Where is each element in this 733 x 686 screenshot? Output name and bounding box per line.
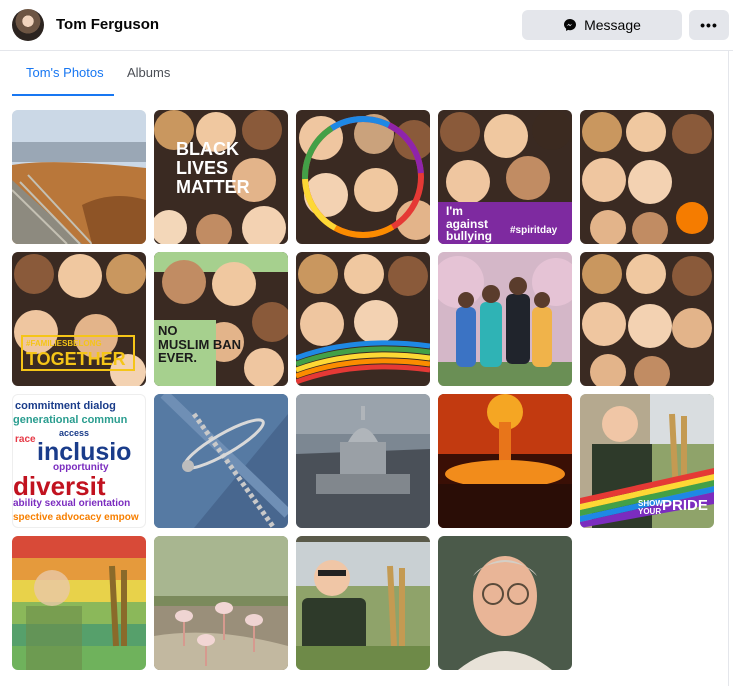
photo-tile-safety-pin[interactable] — [154, 394, 288, 528]
photo-tile-cartoon-faces[interactable] — [580, 110, 714, 244]
photo-tile-flamingos[interactable] — [154, 536, 288, 670]
word-advocacy: spective advocacy empow — [13, 512, 139, 523]
profile-header: Tom Ferguson Message ••• — [0, 0, 733, 51]
avatar[interactable] — [12, 9, 44, 41]
message-button[interactable]: Message — [522, 10, 682, 40]
tab-albums[interactable]: Albums — [127, 65, 170, 80]
word-access: access — [59, 428, 90, 438]
photo-tile-rainbow-ring[interactable] — [296, 110, 430, 244]
photo-tile-black-lives-matter[interactable]: BLACK LIVES MATTER — [154, 110, 288, 244]
scrollbar[interactable] — [728, 50, 729, 686]
word-generational: generational commun — [13, 414, 128, 426]
more-icon: ••• — [700, 17, 718, 33]
photo-tile-rainbow-hands[interactable] — [296, 252, 430, 386]
photo-grid: BLACK LIVES MATTER I'm against bullying … — [12, 110, 717, 672]
photo-tile-ruins[interactable] — [12, 110, 146, 244]
active-tab-indicator — [12, 94, 114, 96]
message-label: Message — [584, 17, 641, 33]
tab-toms-photos[interactable]: Tom's Photos — [26, 65, 104, 80]
photo-tile-capitol[interactable] — [296, 394, 430, 528]
photo-tile-families-belong[interactable]: #FAMILIESBELONG TOGETHER — [12, 252, 146, 386]
photo-tile-no-muslim-ban[interactable]: NO MUSLIM BAN EVER. — [154, 252, 288, 386]
word-opportunity: opportunity — [53, 462, 109, 473]
photo-tile-headshot[interactable] — [438, 536, 572, 670]
profile-name[interactable]: Tom Ferguson — [56, 16, 159, 33]
photo-tile-zoo-portrait[interactable] — [296, 536, 430, 670]
word-sexual-orientation: ability sexual orientation — [13, 498, 131, 509]
photo-tile-diversity-words[interactable]: commitment dialog generational commun ra… — [12, 394, 146, 528]
photo-tile-rainbow-portrait[interactable] — [12, 536, 146, 670]
word-race: race — [15, 434, 36, 445]
more-options-button[interactable]: ••• — [689, 10, 729, 40]
photo-tile-show-your-pride[interactable]: SHOW YOUR PRIDE — [580, 394, 714, 528]
word-diversity: diversit — [13, 471, 106, 501]
photo-tile-against-bullying[interactable]: I'm against bullying #spiritday — [438, 110, 572, 244]
word-commitment: commitment dialog — [15, 400, 116, 412]
word-inclusion: inclusio — [37, 438, 132, 466]
photo-tile-cartoon-faces-2[interactable] — [580, 252, 714, 386]
photo-tile-explosion[interactable] — [438, 394, 572, 528]
messenger-icon — [564, 19, 577, 31]
photo-tile-family-portrait[interactable] — [438, 252, 572, 386]
